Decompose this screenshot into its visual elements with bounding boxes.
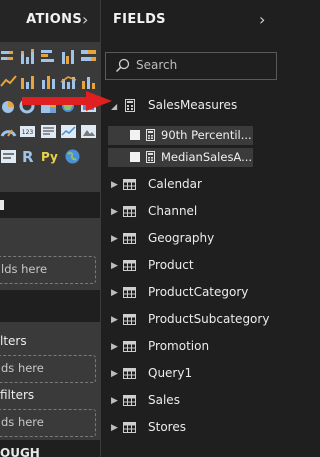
filters-drop-zone[interactable]: ds here: [0, 355, 96, 383]
visualizations-title: ATIONS: [26, 12, 82, 27]
table-name: Stores: [148, 420, 186, 434]
table-icon: [123, 395, 136, 406]
card-icon[interactable]: [80, 123, 97, 140]
table-row[interactable]: ▶ Query1: [101, 361, 281, 387]
search-box[interactable]: [105, 52, 277, 80]
stacked-bar-icon[interactable]: [0, 48, 17, 65]
line-icon[interactable]: [0, 73, 17, 90]
chevron-right-icon[interactable]: ›: [82, 10, 88, 29]
globe-icon[interactable]: [64, 148, 81, 165]
values-drop-text: lds here: [1, 262, 48, 276]
chevron-right-icon[interactable]: ›: [259, 10, 265, 29]
measure-checkbox[interactable]: [130, 152, 140, 162]
fields-title: FIELDS: [113, 12, 166, 27]
table-name: Query1: [148, 366, 193, 380]
measure-checkbox[interactable]: [130, 130, 140, 140]
calculator-icon: [146, 151, 155, 163]
table-row[interactable]: ▶ ProductSubcategory: [101, 307, 281, 333]
table-row[interactable]: ▶ Geography: [101, 226, 281, 252]
search-input[interactable]: [136, 56, 266, 74]
table-row-salesmeasures[interactable]: ◢ SalesMeasures: [101, 93, 281, 119]
table-row[interactable]: ▶ Promotion: [101, 334, 281, 360]
collapse-triangle-icon[interactable]: ▶: [111, 369, 118, 379]
100-bar-icon[interactable]: [80, 48, 97, 65]
table-name: Geography: [148, 231, 215, 245]
calculator-icon: [146, 129, 155, 141]
gauge-icon[interactable]: [60, 123, 77, 140]
collapse-triangle-icon[interactable]: ▶: [111, 423, 118, 433]
table-icon: [123, 287, 136, 298]
ribbon-icon[interactable]: [80, 73, 97, 90]
table-icon: [123, 179, 136, 190]
clustered-column-icon[interactable]: [60, 48, 77, 65]
all-filters-label: filters: [0, 388, 35, 402]
collapse-triangle-icon[interactable]: ▶: [111, 180, 118, 190]
table-name: Calendar: [148, 177, 202, 191]
table-name: Channel: [148, 204, 198, 218]
measure-row[interactable]: 90th Percentil...: [108, 126, 253, 145]
visualizations-header: ATIONS ›: [0, 0, 100, 42]
table-row[interactable]: ▶ Calendar: [101, 172, 281, 198]
measure-name: MedianSalesA...: [161, 150, 253, 164]
table-name: Product: [148, 258, 194, 272]
waterfall-icon[interactable]: [0, 98, 17, 115]
funnel-icon[interactable]: [40, 123, 57, 140]
filled-map-icon[interactable]: 123: [19, 123, 36, 140]
r-visual-icon[interactable]: R: [19, 148, 36, 165]
red-arrow-annotation: [22, 91, 112, 111]
table-row[interactable]: ▶ ProductCategory: [101, 280, 281, 306]
collapse-triangle-icon[interactable]: ▶: [111, 342, 118, 352]
filters-separator: [0, 290, 100, 322]
svg-text:R: R: [22, 148, 34, 165]
measure-name: 90th Percentil...: [161, 128, 252, 142]
table-name: Sales: [148, 393, 180, 407]
all-filters-drop-zone[interactable]: ds here: [0, 409, 96, 437]
line-column-icon[interactable]: [60, 73, 77, 90]
table-name: ProductCategory: [148, 285, 249, 299]
collapse-triangle-icon[interactable]: ▶: [111, 261, 118, 271]
visualizations-pane: ATIONS › 123 R Py lds here lters ds here…: [0, 0, 100, 457]
table-icon: [123, 341, 136, 352]
collapse-triangle-icon[interactable]: ▶: [111, 288, 118, 298]
python-visual-icon[interactable]: Py: [40, 148, 60, 165]
table-row[interactable]: ▶ Stores: [101, 415, 281, 441]
area-icon[interactable]: [19, 73, 36, 90]
search-icon: [115, 58, 130, 73]
table-name: Promotion: [148, 339, 210, 353]
table-row[interactable]: ▶ Product: [101, 253, 281, 279]
table-icon: [123, 422, 136, 433]
collapse-triangle-icon[interactable]: ▶: [111, 396, 118, 406]
pane-separator: [0, 192, 100, 218]
svg-text:123: 123: [22, 129, 34, 136]
table-name: SalesMeasures: [148, 98, 238, 112]
svg-text:Py: Py: [41, 150, 58, 164]
filters-label: lters: [0, 334, 27, 348]
table-icon: [123, 260, 136, 271]
drillthrough-label: OUGH: [0, 446, 40, 457]
map-icon[interactable]: [0, 123, 17, 140]
table-row[interactable]: ▶ Sales: [101, 388, 281, 414]
clustered-bar-icon[interactable]: [40, 48, 57, 65]
measure-row[interactable]: MedianSalesA...: [108, 148, 253, 167]
table-name: ProductSubcategory: [148, 312, 270, 326]
filters-drop-text: ds here: [1, 361, 44, 375]
table-icon: [123, 368, 136, 379]
collapse-triangle-icon[interactable]: ▶: [111, 207, 118, 217]
multirow-card-icon[interactable]: [0, 148, 17, 165]
fields-pane: FIELDS › ◢ SalesMeasures 90th Percentil.…: [101, 0, 281, 457]
stacked-column-icon[interactable]: [19, 48, 36, 65]
table-icon: [123, 206, 136, 217]
values-drop-zone[interactable]: lds here: [0, 256, 96, 284]
all-filters-drop-text: ds here: [1, 415, 44, 429]
table-row[interactable]: ▶ Channel: [101, 199, 281, 225]
table-icon: [123, 233, 136, 244]
collapse-triangle-icon[interactable]: ▶: [111, 234, 118, 244]
collapse-triangle-icon[interactable]: ▶: [111, 315, 118, 325]
calculator-icon: [125, 99, 135, 112]
table-icon: [123, 314, 136, 325]
stacked-area-icon[interactable]: [40, 73, 57, 90]
